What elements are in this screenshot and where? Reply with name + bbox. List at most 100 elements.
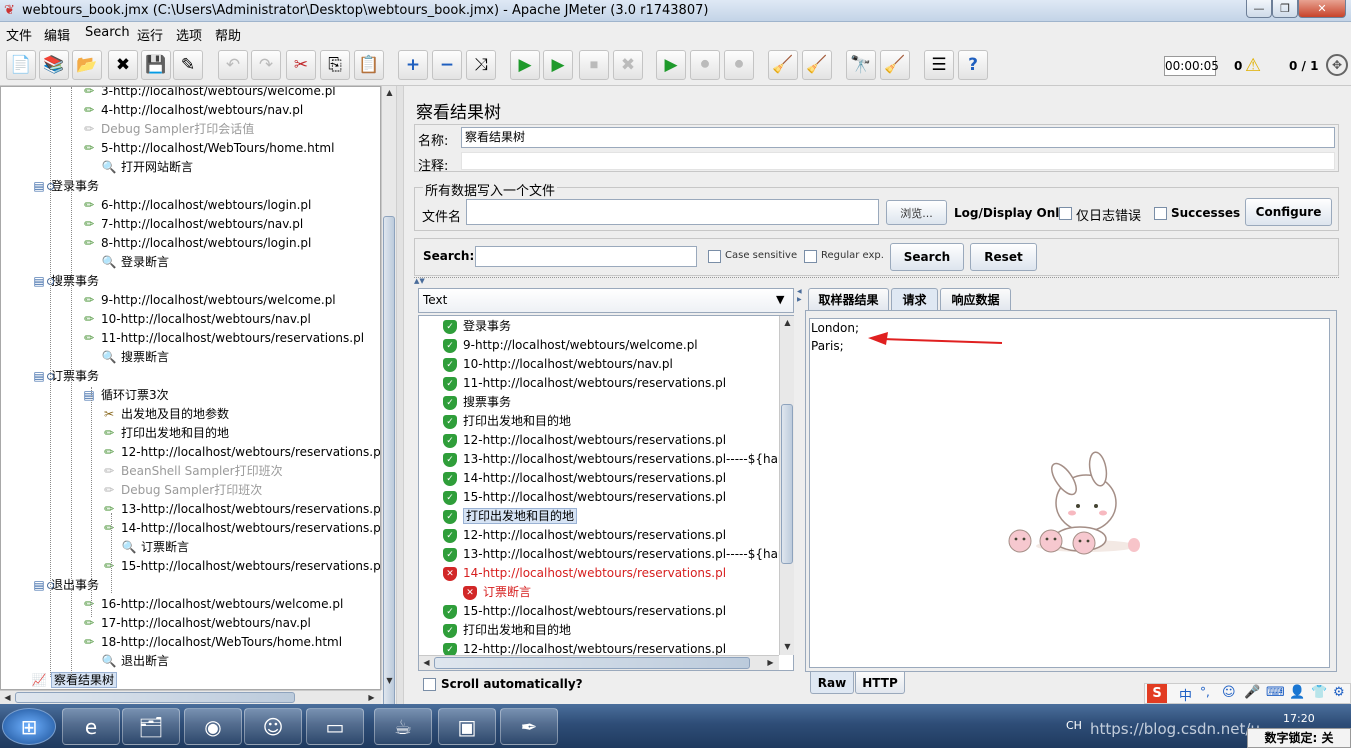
ime-voice-icon[interactable]: 🎤 [1244, 685, 1260, 700]
scroll-auto-checkbox[interactable] [423, 678, 436, 691]
copy-icon[interactable]: ⎘ [320, 50, 350, 80]
tree-node[interactable]: ✏ 11-http://localhost/webtours/reservatio… [81, 329, 364, 348]
taskbar-start-icon[interactable]: ⊞ [2, 708, 56, 745]
tree-node[interactable]: ✏ 5-http://localhost/WebTours/home.html [81, 139, 334, 158]
start-no-pause-icon[interactable]: ▶ [543, 50, 573, 80]
result-node[interactable]: ✓ 登录事务 [443, 317, 511, 336]
collapse-icon[interactable]: − [432, 50, 462, 80]
errors-only-checkbox[interactable] [1059, 207, 1072, 220]
menu-search[interactable]: Search [85, 25, 130, 40]
taskbar-cmd-icon[interactable]: ▣ [438, 708, 496, 745]
split-divider[interactable]: ▲▼ [414, 277, 1339, 285]
tree-node[interactable]: 🔍 打开网站断言 [101, 158, 194, 177]
minimize-button[interactable]: — [1246, 0, 1272, 18]
start-icon[interactable]: ▶ [510, 50, 540, 80]
tree-node[interactable]: ✏ 8-http://localhost/webtours/login.pl [81, 234, 311, 253]
tree-node[interactable]: ✏ 9-http://localhost/webtours/welcome.pl [81, 291, 336, 310]
paste-icon[interactable]: 📋 [354, 50, 384, 80]
save-as-icon[interactable]: ✎ [173, 50, 203, 80]
shutdown-icon[interactable]: ✖ [613, 50, 643, 80]
taskbar-jmeter-user-icon[interactable]: ☺ [244, 708, 302, 745]
result-node[interactable]: ✓ 打印出发地和目的地 [443, 507, 578, 526]
tree-node[interactable]: 🔍 登录断言 [101, 253, 170, 272]
regex-checkbox[interactable] [804, 250, 817, 263]
scroll-right-arrow[interactable]: ▶ [364, 691, 379, 705]
tree-node[interactable]: 📈 察看结果树 [31, 671, 118, 689]
result-node[interactable]: ✓ 12-http://localhost/webtours/reservatio… [443, 431, 726, 450]
search-input[interactable] [475, 246, 697, 267]
result-node[interactable]: ✓ 9-http://localhost/webtours/welcome.pl [443, 336, 698, 355]
scroll-down-arrow[interactable]: ▼ [382, 674, 397, 688]
function-helper-icon[interactable]: ☰ [924, 50, 954, 80]
save-icon[interactable]: 💾 [141, 50, 171, 80]
tree-node[interactable]: ▤ 循环订票3次 [81, 386, 168, 405]
menu-help[interactable]: 帮助 [215, 25, 241, 44]
scroll-up-arrow[interactable]: ▲ [780, 316, 795, 330]
menu-run[interactable]: 运行 [137, 25, 163, 44]
close-window-button[interactable]: ✕ [1298, 0, 1346, 18]
name-input[interactable]: 察看结果树 [461, 127, 1335, 148]
log-viewer-icon[interactable]: ✥ [1326, 54, 1348, 76]
results-vertical-scrollbar[interactable]: ▲ ▼ [779, 316, 794, 655]
tree-node[interactable]: 🔍 搜票断言 [101, 348, 170, 367]
clear-all-icon[interactable]: 🧹 [802, 50, 832, 80]
expand-icon[interactable]: + [398, 50, 428, 80]
result-node[interactable]: ✓ 14-http://localhost/webtours/reservatio… [443, 469, 726, 488]
menu-options[interactable]: 选项 [176, 25, 202, 44]
ime-skin-icon[interactable]: 👕 [1311, 685, 1327, 700]
tree-node[interactable]: ✏ 13-http://localhost/webtours/reservatio… [101, 500, 380, 519]
result-node[interactable]: ✓ 15-http://localhost/webtours/reservatio… [443, 602, 726, 621]
scroll-thumb[interactable] [15, 692, 295, 703]
ime-tools-icon[interactable]: ⚙ [1333, 685, 1345, 700]
search-button[interactable]: Search [890, 243, 964, 271]
tree-node[interactable]: 🔍 订票断言 [121, 538, 190, 557]
tree-node[interactable]: ✏ 12-http://localhost/webtours/reservatio… [101, 443, 380, 462]
help-icon[interactable]: ? [958, 50, 988, 80]
remote-start-icon[interactable]: ▶ [656, 50, 686, 80]
tree-node[interactable]: ✏ 7-http://localhost/webtours/nav.pl [81, 215, 303, 234]
tray-language[interactable]: CH [1066, 719, 1082, 732]
tree-node[interactable]: ✏ BeanShell Sampler打印班次 [101, 462, 283, 481]
result-node[interactable]: ✕ 订票断言 [463, 583, 531, 602]
result-node[interactable]: ✓ 13-http://localhost/webtours/reservatio… [443, 545, 793, 564]
tab-raw[interactable]: Raw [810, 672, 854, 694]
result-node[interactable]: ✓ 12-http://localhost/webtours/reservatio… [443, 526, 726, 545]
tree-horizontal-scrollbar[interactable]: ◀ ▶ [0, 690, 381, 704]
reset-button[interactable]: Reset [970, 243, 1037, 271]
renderer-select[interactable]: Text ▼ [418, 288, 794, 313]
tree-node[interactable]: ▤ 退出事务 [31, 576, 99, 595]
tree-node[interactable]: ▤ 登录事务 [31, 177, 99, 196]
successes-checkbox[interactable] [1154, 207, 1167, 220]
request-text-area[interactable]: London; Paris; [809, 318, 1330, 668]
tree-node[interactable]: ✏ 10-http://localhost/webtours/nav.pl [81, 310, 311, 329]
result-node[interactable]: ✓ 13-http://localhost/webtours/reservatio… [443, 450, 793, 469]
tree-node[interactable]: ✏ Debug Sampler打印班次 [101, 481, 262, 500]
comment-input[interactable] [461, 152, 1335, 170]
tree-node[interactable]: ✏ 16-http://localhost/webtours/welcome.pl [81, 595, 343, 614]
tree-node[interactable]: 🔍 退出断言 [101, 652, 170, 671]
scroll-left-arrow[interactable]: ◀ [0, 691, 15, 705]
tree-node[interactable]: ✏ 4-http://localhost/webtours/nav.pl [81, 101, 303, 120]
scroll-thumb[interactable] [434, 657, 750, 669]
split-pane-divider[interactable] [396, 86, 404, 704]
tree-node[interactable]: ▤ 搜票事务 [31, 272, 99, 291]
menu-file[interactable]: 文件 [6, 25, 32, 44]
scroll-down-arrow[interactable]: ▼ [780, 640, 795, 654]
scroll-left-arrow[interactable]: ◀ [419, 656, 434, 670]
scroll-thumb[interactable] [781, 404, 793, 564]
tree-node[interactable]: ✂ 出发地及目的地参数 [101, 405, 229, 424]
close-icon[interactable]: ✖ [108, 50, 138, 80]
scroll-thumb[interactable] [383, 216, 395, 746]
configure-button[interactable]: Configure [1245, 198, 1332, 226]
open-icon[interactable]: 📂 [72, 50, 102, 80]
tree-node[interactable]: ✏ 6-http://localhost/webtours/login.pl [81, 196, 311, 215]
tree-node[interactable]: ✏ Debug Sampler打印会话值 [81, 120, 254, 139]
tree-node[interactable]: ✏ 打印出发地和目的地 [101, 424, 229, 443]
case-sensitive-checkbox[interactable] [708, 250, 721, 263]
tree-node[interactable]: ✏ 18-http://localhost/WebTours/home.html [81, 633, 342, 652]
taskbar-chrome-icon[interactable]: ◉ [184, 708, 242, 745]
chevron-down-icon[interactable]: ▼ [776, 293, 784, 306]
ime-emoji-icon[interactable]: ☺ [1222, 685, 1236, 700]
tree-node[interactable]: ✏ 15-http://localhost/webtours/reservatio… [101, 557, 380, 576]
scroll-right-arrow[interactable]: ▶ [763, 656, 778, 670]
